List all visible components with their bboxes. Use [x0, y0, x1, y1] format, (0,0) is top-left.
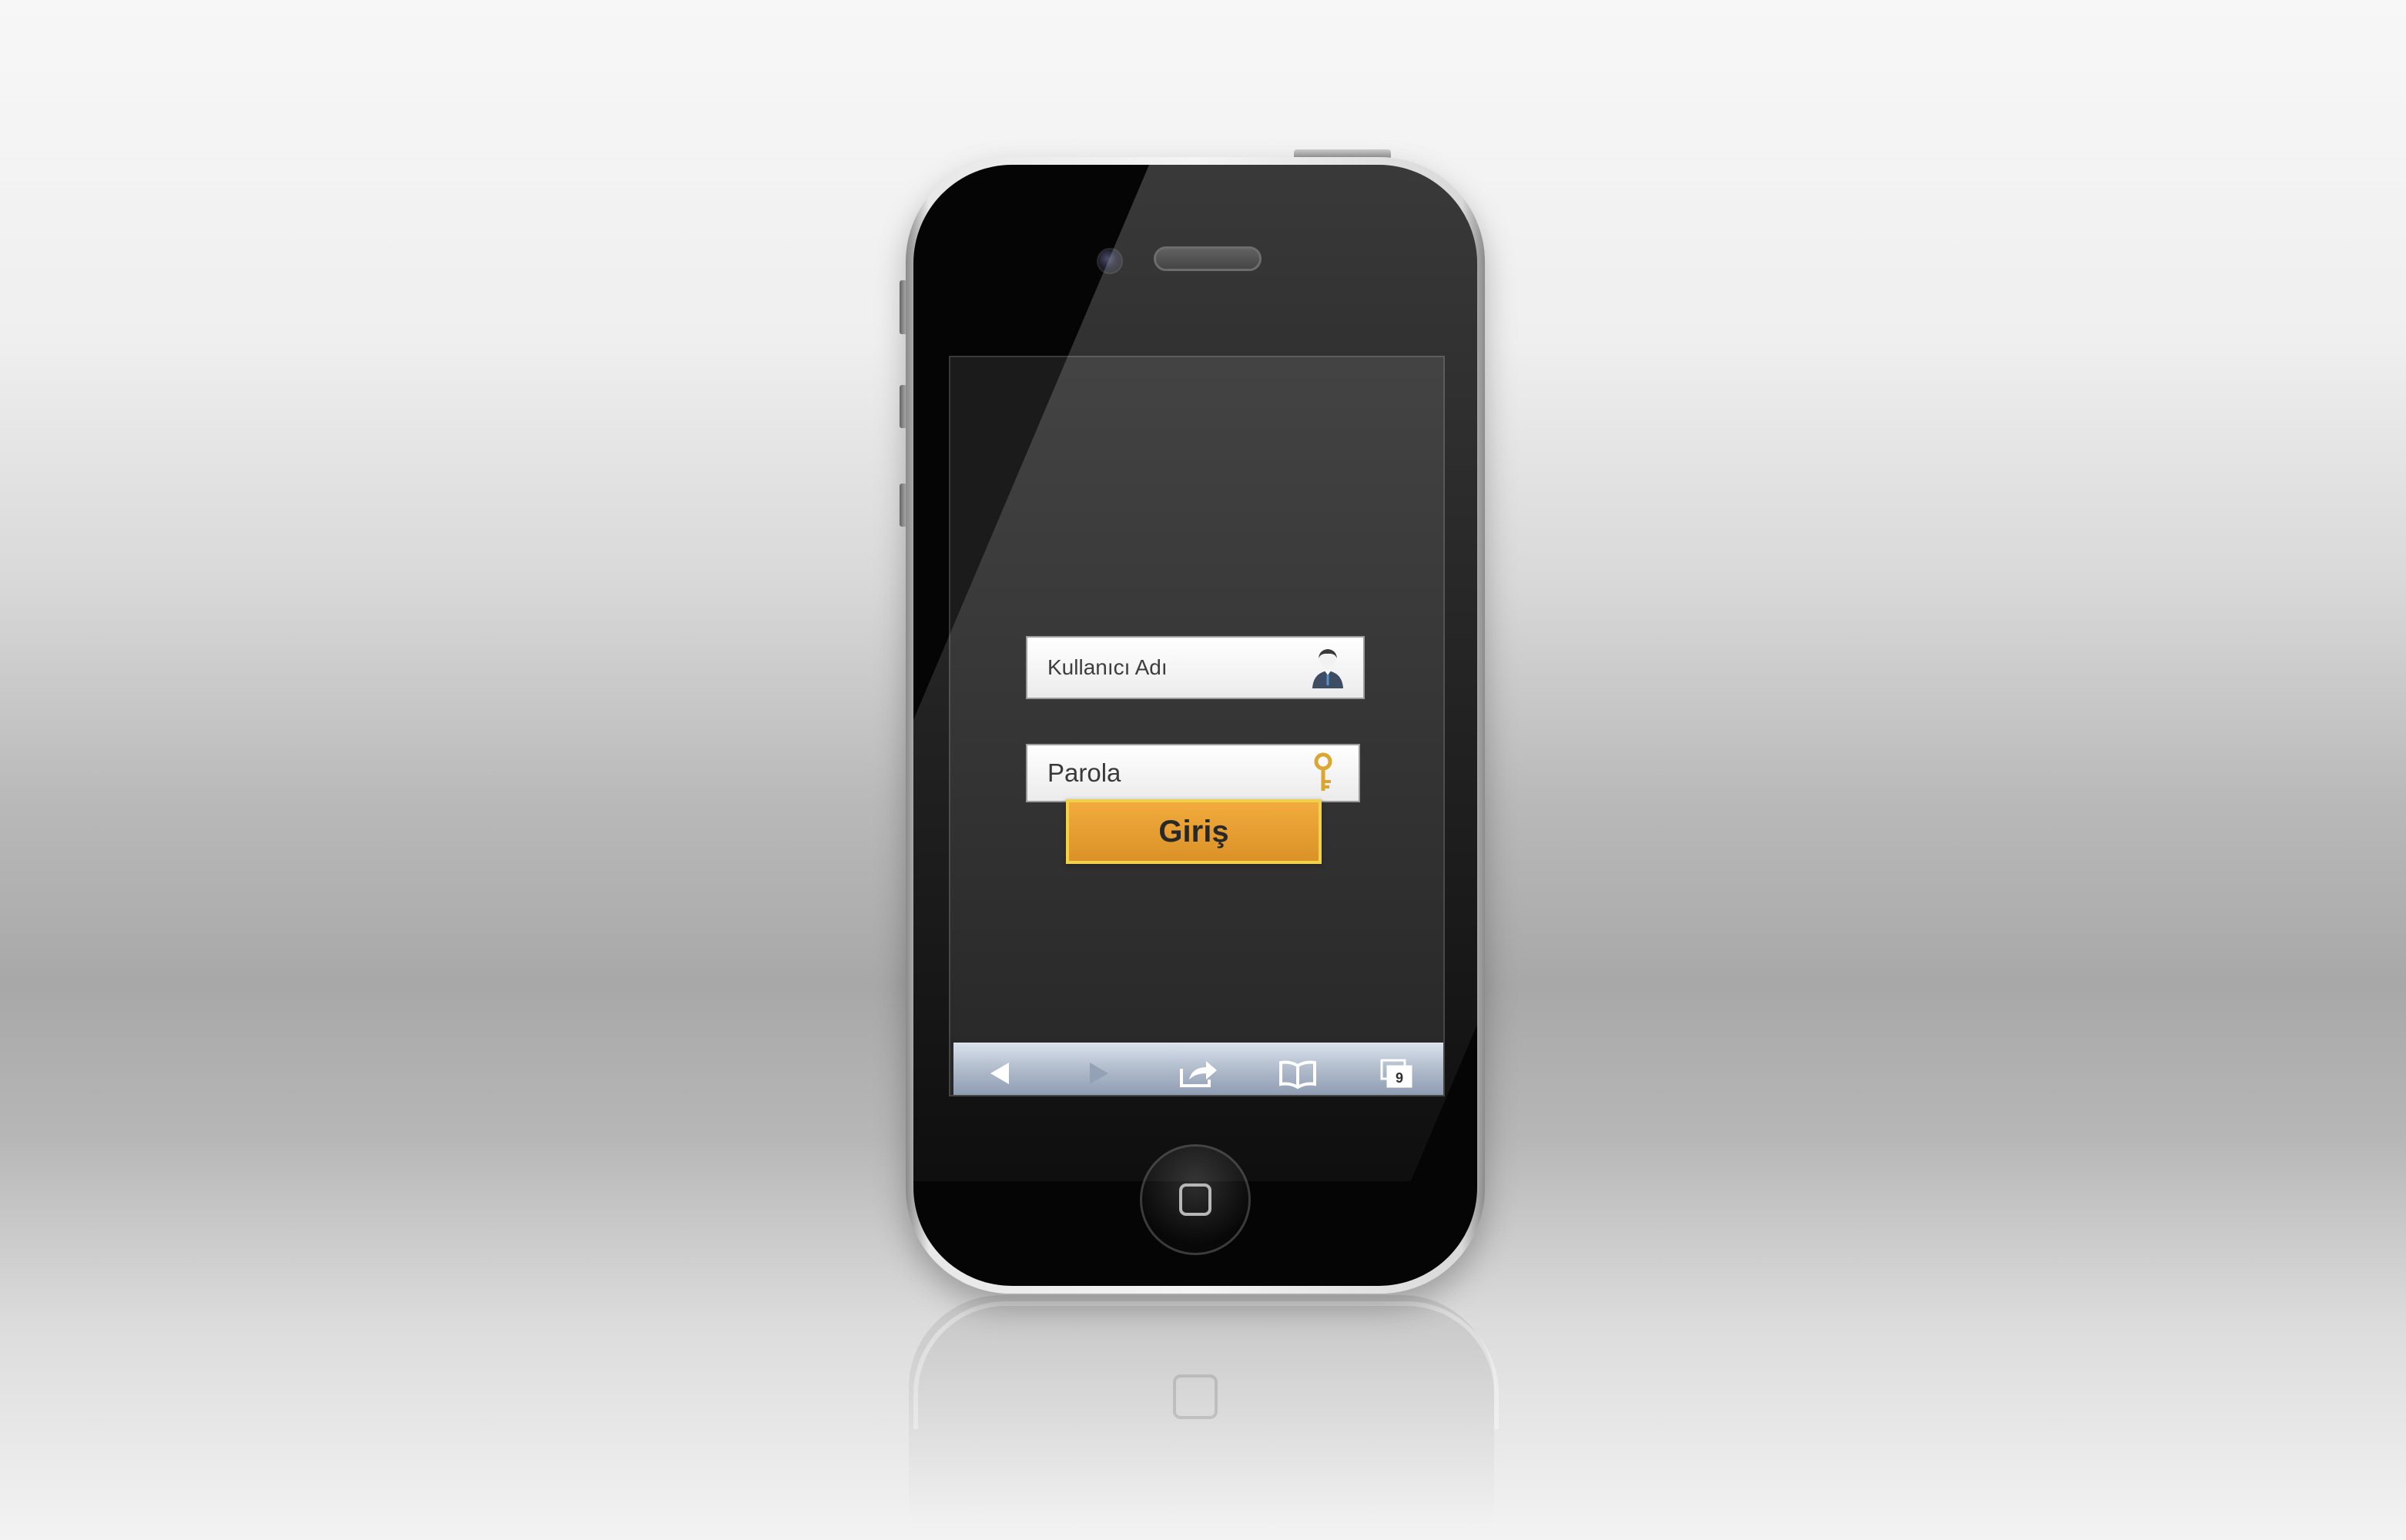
username-field[interactable]: Kullanıcı Adı	[1026, 636, 1365, 699]
phone-screen: Kullanıcı Adı Parola Giriş 9	[949, 356, 1445, 1096]
forward-button[interactable]	[1077, 1056, 1121, 1091]
browser-toolbar: 9	[953, 1043, 1443, 1095]
home-button-reflection	[1173, 1374, 1218, 1419]
bookmarks-button[interactable]	[1276, 1056, 1319, 1091]
share-icon	[1180, 1060, 1217, 1087]
login-button[interactable]: Giriş	[1066, 799, 1322, 864]
front-camera	[1097, 248, 1123, 274]
password-placeholder: Parola	[1047, 758, 1121, 787]
tabs-button[interactable]: 9	[1376, 1056, 1419, 1091]
username-placeholder: Kullanıcı Adı	[1047, 655, 1168, 679]
key-icon	[1314, 752, 1332, 791]
phone-body: Kullanıcı Adı Parola Giriş 9	[913, 165, 1477, 1286]
home-square-icon	[1179, 1183, 1211, 1216]
tabs-icon: 9	[1380, 1059, 1412, 1087]
back-button[interactable]	[978, 1056, 1021, 1091]
earpiece-speaker	[1154, 246, 1262, 271]
home-button[interactable]	[1140, 1144, 1251, 1255]
phone-frame: Kullanıcı Adı Parola Giriş 9	[906, 157, 1485, 1294]
tabs-count: 9	[1396, 1070, 1403, 1086]
login-button-label: Giriş	[1158, 814, 1229, 849]
password-field[interactable]: Parola	[1026, 744, 1360, 802]
forward-icon	[1090, 1062, 1108, 1084]
user-icon	[1312, 649, 1343, 688]
share-button[interactable]	[1177, 1056, 1220, 1091]
bookmarks-icon	[1279, 1060, 1316, 1089]
back-icon	[990, 1062, 1009, 1084]
